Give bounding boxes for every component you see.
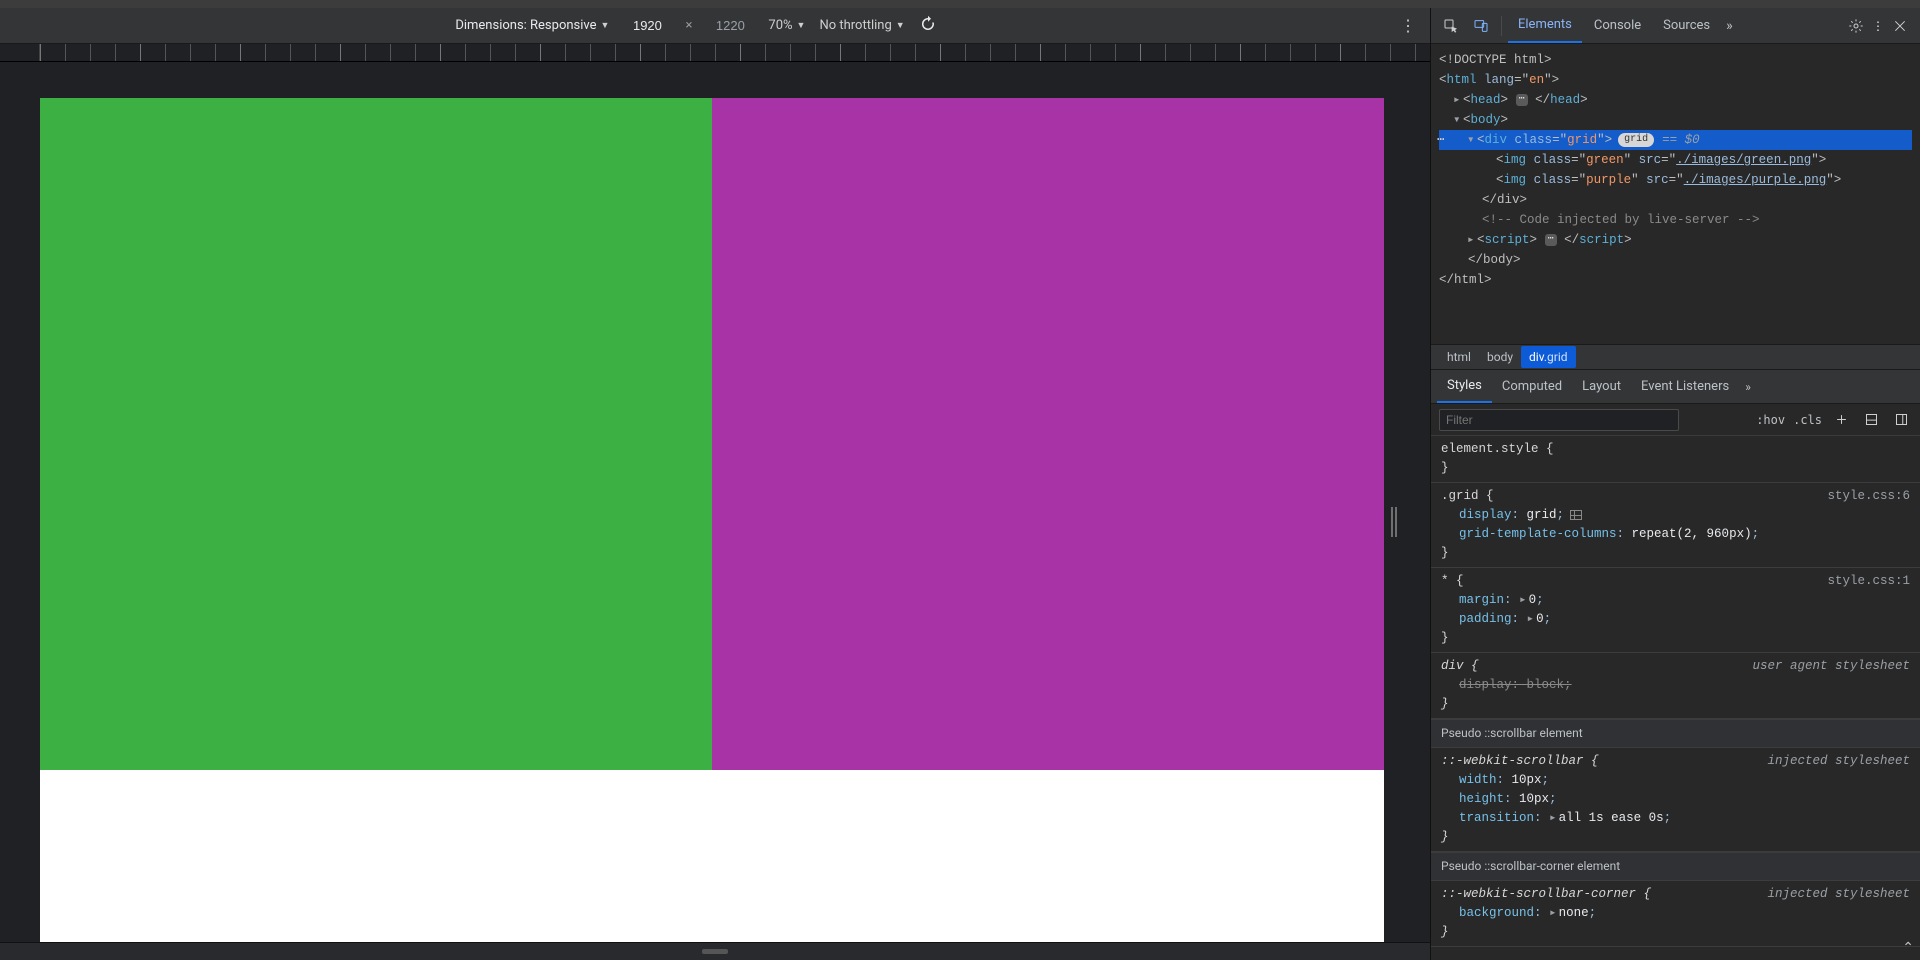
- dom-node[interactable]: <!DOCTYPE html>: [1439, 50, 1912, 70]
- dom-node[interactable]: </div>: [1439, 190, 1912, 210]
- subtab-styles[interactable]: Styles: [1437, 370, 1492, 403]
- device-toolbar-more-icon[interactable]: ⋮: [1396, 16, 1420, 35]
- dimensions-dropdown[interactable]: Dimensions: Responsive ▼: [455, 18, 609, 33]
- grid-badge[interactable]: grid: [1618, 133, 1654, 147]
- throttle-label: No throttling: [819, 18, 891, 33]
- dom-node[interactable]: <img class="purple" src="./images/purple…: [1439, 170, 1912, 190]
- rule-grid[interactable]: style.css:6 .grid { display: grid; grid-…: [1431, 483, 1920, 568]
- styles-subtabs: Styles Computed Layout Event Listeners »: [1431, 370, 1920, 404]
- pseudo-header-scrollbar: Pseudo ::scrollbar element: [1431, 719, 1920, 748]
- expand-drawer-icon[interactable]: ⌃: [1902, 940, 1914, 956]
- breadcrumb: html body div.grid: [1431, 344, 1920, 370]
- chevron-down-icon: ▼: [797, 20, 806, 31]
- dimension-separator: ×: [685, 18, 692, 33]
- rule-star[interactable]: style.css:1 * { margin: ▸0; padding: ▸0;…: [1431, 568, 1920, 653]
- dom-node[interactable]: <img class="green" src="./images/green.p…: [1439, 150, 1912, 170]
- rule-source-link[interactable]: style.css:6: [1827, 487, 1910, 506]
- styles-filter-input[interactable]: [1439, 409, 1679, 431]
- devtools-panel: Elements Console Sources » ⋮ <!DOCTYPE h…: [1430, 8, 1920, 960]
- zoom-label: 70%: [768, 18, 792, 33]
- device-toggle-icon[interactable]: [1467, 12, 1495, 40]
- height-input[interactable]: [706, 18, 754, 33]
- chevron-down-icon: ▼: [601, 20, 610, 31]
- subtabs-overflow-icon[interactable]: »: [1739, 380, 1757, 394]
- rule-scrollbar-corner[interactable]: injected stylesheet ::-webkit-scrollbar-…: [1431, 881, 1920, 947]
- purple-image: [712, 98, 1384, 770]
- dom-node[interactable]: ▸<head> ⋯ </head>: [1439, 90, 1912, 110]
- rendered-page: [40, 98, 1384, 942]
- new-style-rule-icon[interactable]: [1830, 409, 1852, 431]
- rule-scrollbar[interactable]: injected stylesheet ::-webkit-scrollbar …: [1431, 748, 1920, 852]
- hov-toggle[interactable]: :hov: [1756, 413, 1785, 427]
- tabs-overflow-icon[interactable]: »: [1722, 18, 1737, 34]
- resize-handle[interactable]: [1388, 502, 1400, 542]
- width-input[interactable]: [623, 18, 671, 33]
- devtools-tabbar: Elements Console Sources » ⋮: [1431, 8, 1920, 44]
- rule-source-link[interactable]: style.css:1: [1827, 572, 1910, 591]
- dom-node[interactable]: </html>: [1439, 270, 1912, 290]
- rule-source-ua: user agent stylesheet: [1752, 657, 1910, 676]
- dom-node-selected[interactable]: ▾<div class="grid">grid== $0: [1439, 130, 1912, 150]
- tab-sources[interactable]: Sources: [1653, 8, 1720, 43]
- crumb-div-grid[interactable]: div.grid: [1521, 346, 1576, 368]
- crumb-html[interactable]: html: [1439, 346, 1479, 368]
- zoom-dropdown[interactable]: 70% ▼: [768, 18, 805, 33]
- pseudo-header-scrollbar-corner: Pseudo ::scrollbar-corner element: [1431, 852, 1920, 881]
- rule-ua-div[interactable]: user agent stylesheet div { display: blo…: [1431, 653, 1920, 719]
- rotate-icon[interactable]: [919, 15, 937, 37]
- dom-node[interactable]: </body>: [1439, 250, 1912, 270]
- dom-tree[interactable]: <!DOCTYPE html> <html lang="en"> ▸<head>…: [1431, 44, 1920, 344]
- drawer-toggle[interactable]: [0, 942, 1430, 960]
- devtools-more-icon[interactable]: ⋮: [1872, 19, 1884, 33]
- ruler: [0, 44, 1430, 62]
- rule-element-style[interactable]: element.style { }: [1431, 436, 1920, 483]
- styles-toolbar: :hov .cls: [1431, 404, 1920, 436]
- dom-node[interactable]: <!-- Code injected by live-server -->: [1439, 210, 1912, 230]
- tab-elements[interactable]: Elements: [1508, 8, 1582, 43]
- green-image: [40, 98, 712, 770]
- inspect-icon[interactable]: [1437, 12, 1465, 40]
- dimensions-label: Dimensions: Responsive: [455, 18, 596, 33]
- settings-icon[interactable]: [1842, 12, 1870, 40]
- computed-sidebar-icon[interactable]: [1860, 409, 1882, 431]
- toggle-sidebar-icon[interactable]: [1890, 409, 1912, 431]
- grid-swatch-icon[interactable]: [1570, 510, 1582, 520]
- styles-rules[interactable]: element.style { } style.css:6 .grid { di…: [1431, 436, 1920, 960]
- subtab-event-listeners[interactable]: Event Listeners: [1631, 370, 1739, 403]
- dom-node[interactable]: ▾<body>: [1439, 110, 1912, 130]
- close-icon[interactable]: [1886, 12, 1914, 40]
- tab-console[interactable]: Console: [1584, 8, 1651, 43]
- subtab-layout[interactable]: Layout: [1572, 370, 1631, 403]
- subtab-computed[interactable]: Computed: [1492, 370, 1572, 403]
- rule-source-injected: injected stylesheet: [1767, 885, 1910, 904]
- rule-source-injected: injected stylesheet: [1767, 752, 1910, 771]
- dom-node[interactable]: ▸<script> ⋯ </script>: [1439, 230, 1912, 250]
- cls-toggle[interactable]: .cls: [1793, 413, 1822, 427]
- chevron-down-icon: ▼: [896, 20, 905, 31]
- eq-zero: == $0: [1662, 133, 1700, 147]
- throttle-dropdown[interactable]: No throttling ▼: [819, 18, 904, 33]
- dom-node[interactable]: <html lang="en">: [1439, 70, 1912, 90]
- device-toolbar: Dimensions: Responsive ▼ × 70% ▼ No thro…: [0, 8, 1430, 44]
- crumb-body[interactable]: body: [1479, 346, 1521, 368]
